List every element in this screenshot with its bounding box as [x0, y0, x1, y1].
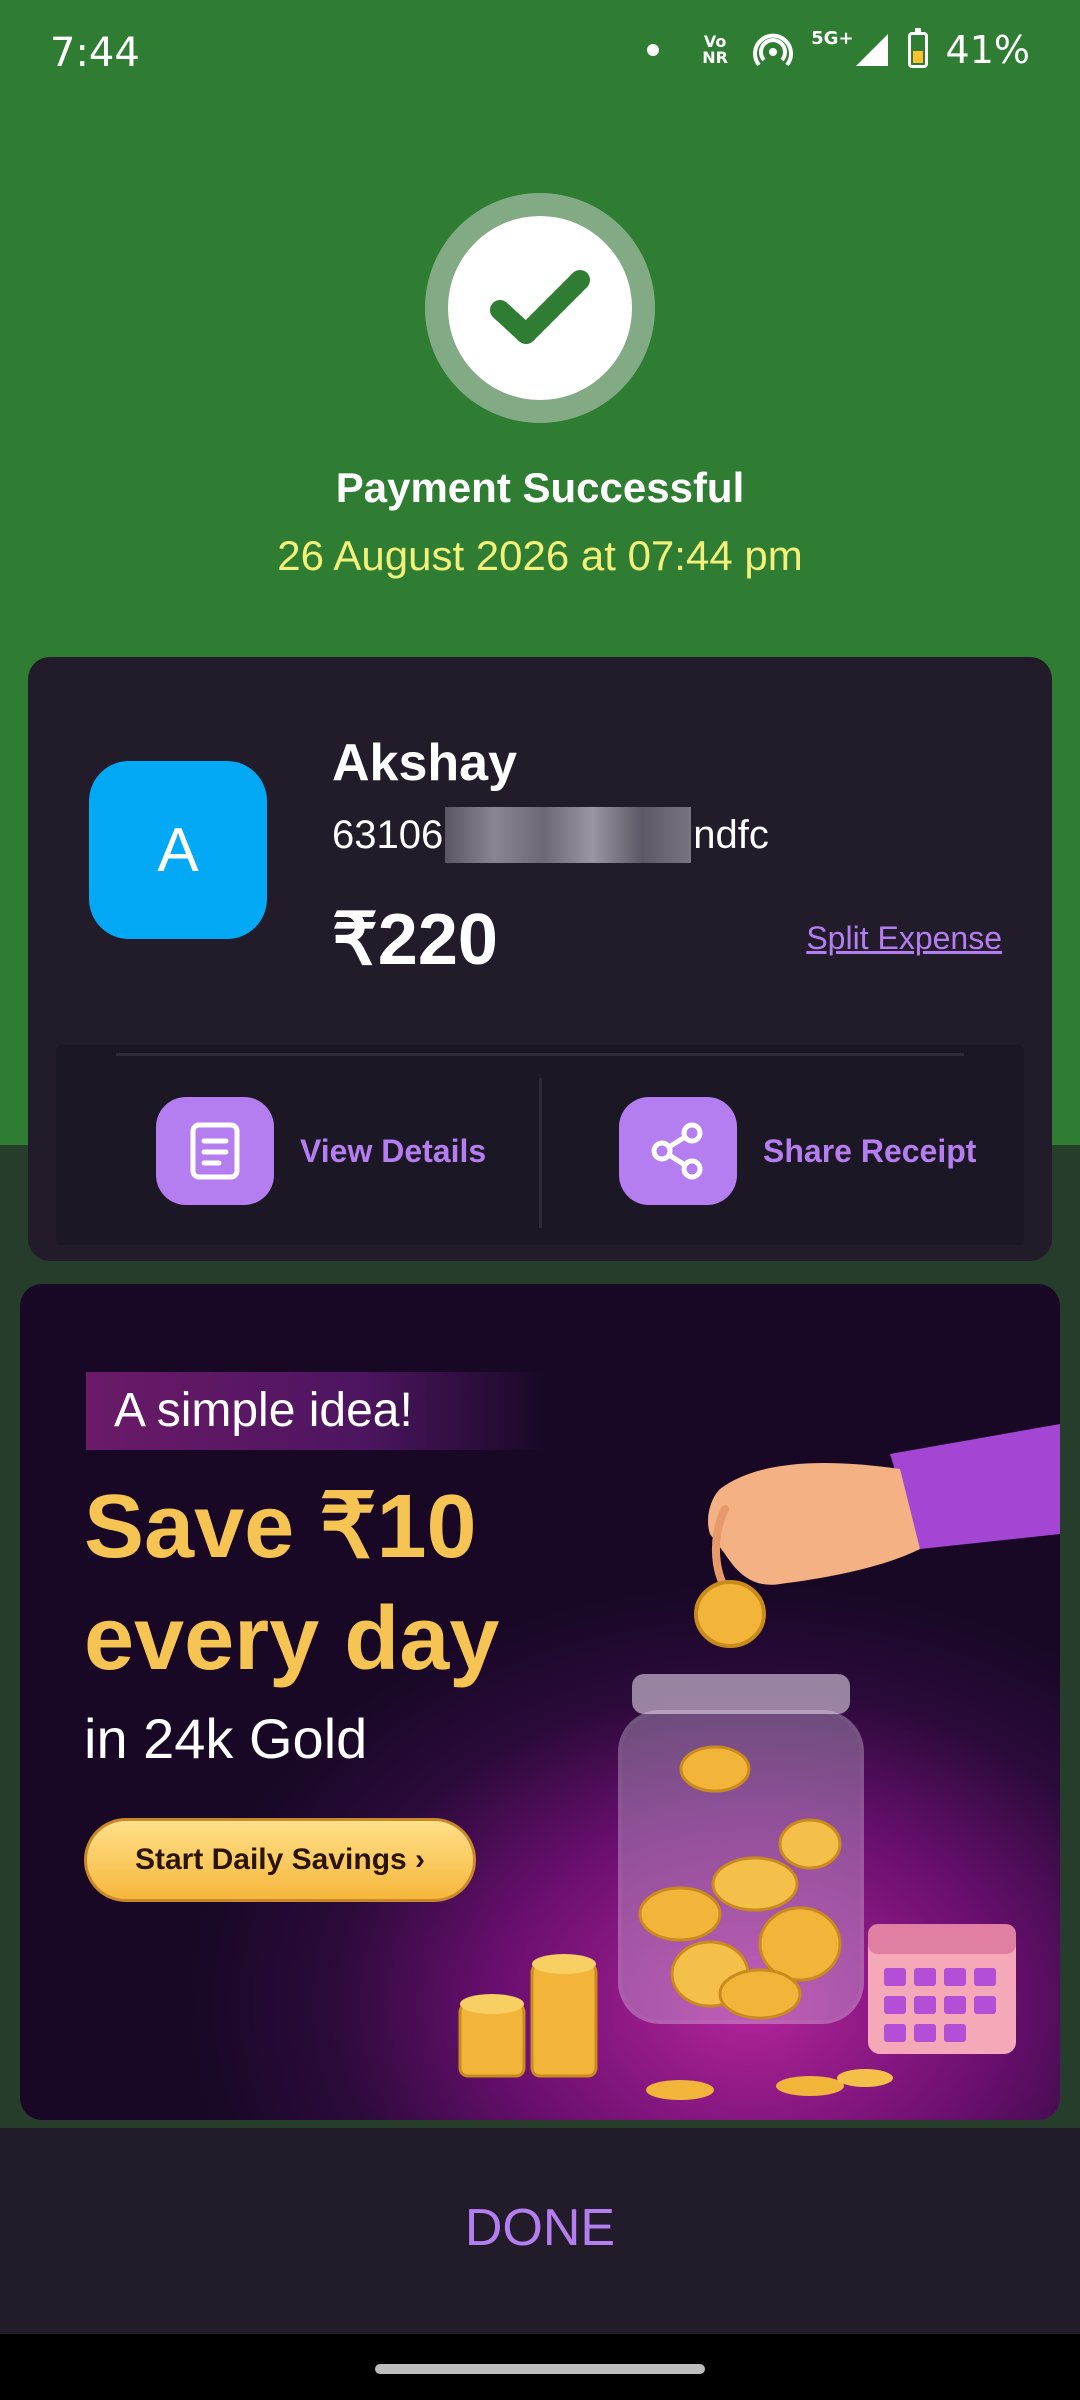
payee-name: Akshay	[332, 734, 517, 792]
hand-icon	[708, 1463, 920, 1585]
payment-datetime: 26 August 2026 at 07:44 pm	[277, 532, 803, 579]
status-time: 7:44	[50, 30, 140, 76]
status-icons: Vo NR 5G+ 41%	[647, 28, 1030, 72]
share-receipt-label: Share Receipt	[763, 1132, 977, 1169]
redacted-block	[445, 807, 692, 863]
payment-card: A Akshay 63106 ndfc ₹220 Split Expense V…	[28, 657, 1052, 1261]
status-bar: 7:44 Vo NR 5G+ 41%	[0, 0, 1080, 110]
share-receipt-button[interactable]: Share Receipt	[619, 1097, 976, 1205]
upi-suffix: ndfc	[693, 812, 769, 857]
battery-percent: 41%	[945, 28, 1030, 72]
gold-savings-banner[interactable]: A simple idea! Save ₹10 every day in 24k…	[20, 1284, 1060, 2120]
share-icon	[619, 1097, 737, 1205]
coin-icon	[694, 1580, 766, 1648]
start-daily-savings-button[interactable]: Start Daily Savings ›	[84, 1818, 476, 1902]
actions-top-line	[116, 1053, 964, 1056]
payment-success-screen: 7:44 Vo NR 5G+ 41% Payment Successful 26…	[0, 0, 1080, 2400]
payee-upi-id: 63106 ndfc	[332, 807, 769, 863]
done-button[interactable]: DONE	[340, 2168, 740, 2288]
notification-dot-icon	[647, 44, 660, 56]
payment-amount: ₹220	[332, 900, 498, 980]
battery-icon	[907, 28, 928, 68]
check-icon	[490, 270, 590, 344]
actions-divider	[539, 1078, 542, 1228]
navigation-bar	[0, 2334, 1080, 2400]
view-details-button[interactable]: View Details	[156, 1097, 486, 1205]
upi-prefix: 63106	[332, 812, 444, 857]
action-bar: View Details Share Receipt	[56, 1045, 1024, 1245]
view-details-label: View Details	[300, 1132, 487, 1169]
banner-headline-2: every day	[84, 1589, 500, 1689]
battery-level	[912, 50, 923, 63]
banner-tagline: A simple idea!	[86, 1372, 546, 1450]
home-gesture-handle[interactable]	[375, 2364, 705, 2374]
network-type-label: 5G+	[811, 27, 854, 49]
payment-status-title: Payment Successful	[335, 464, 745, 511]
volte-icon: Vo NR	[702, 32, 728, 67]
sleeve	[890, 1424, 1060, 1549]
check-circle	[448, 216, 632, 400]
receipt-icon	[156, 1097, 274, 1205]
banner-headline-1: Save ₹10	[84, 1477, 477, 1577]
avatar: A	[89, 761, 267, 939]
hotspot-icon	[753, 33, 794, 67]
success-badge	[425, 193, 655, 423]
bottom-panel: DONE	[0, 2128, 1080, 2334]
signal-icon	[855, 34, 888, 66]
split-expense-link[interactable]: Split Expense	[806, 920, 1002, 957]
coin-stack-left	[458, 1962, 598, 2078]
calendar-icon	[868, 1924, 1016, 2054]
banner-subline: in 24k Gold	[84, 1707, 368, 1770]
